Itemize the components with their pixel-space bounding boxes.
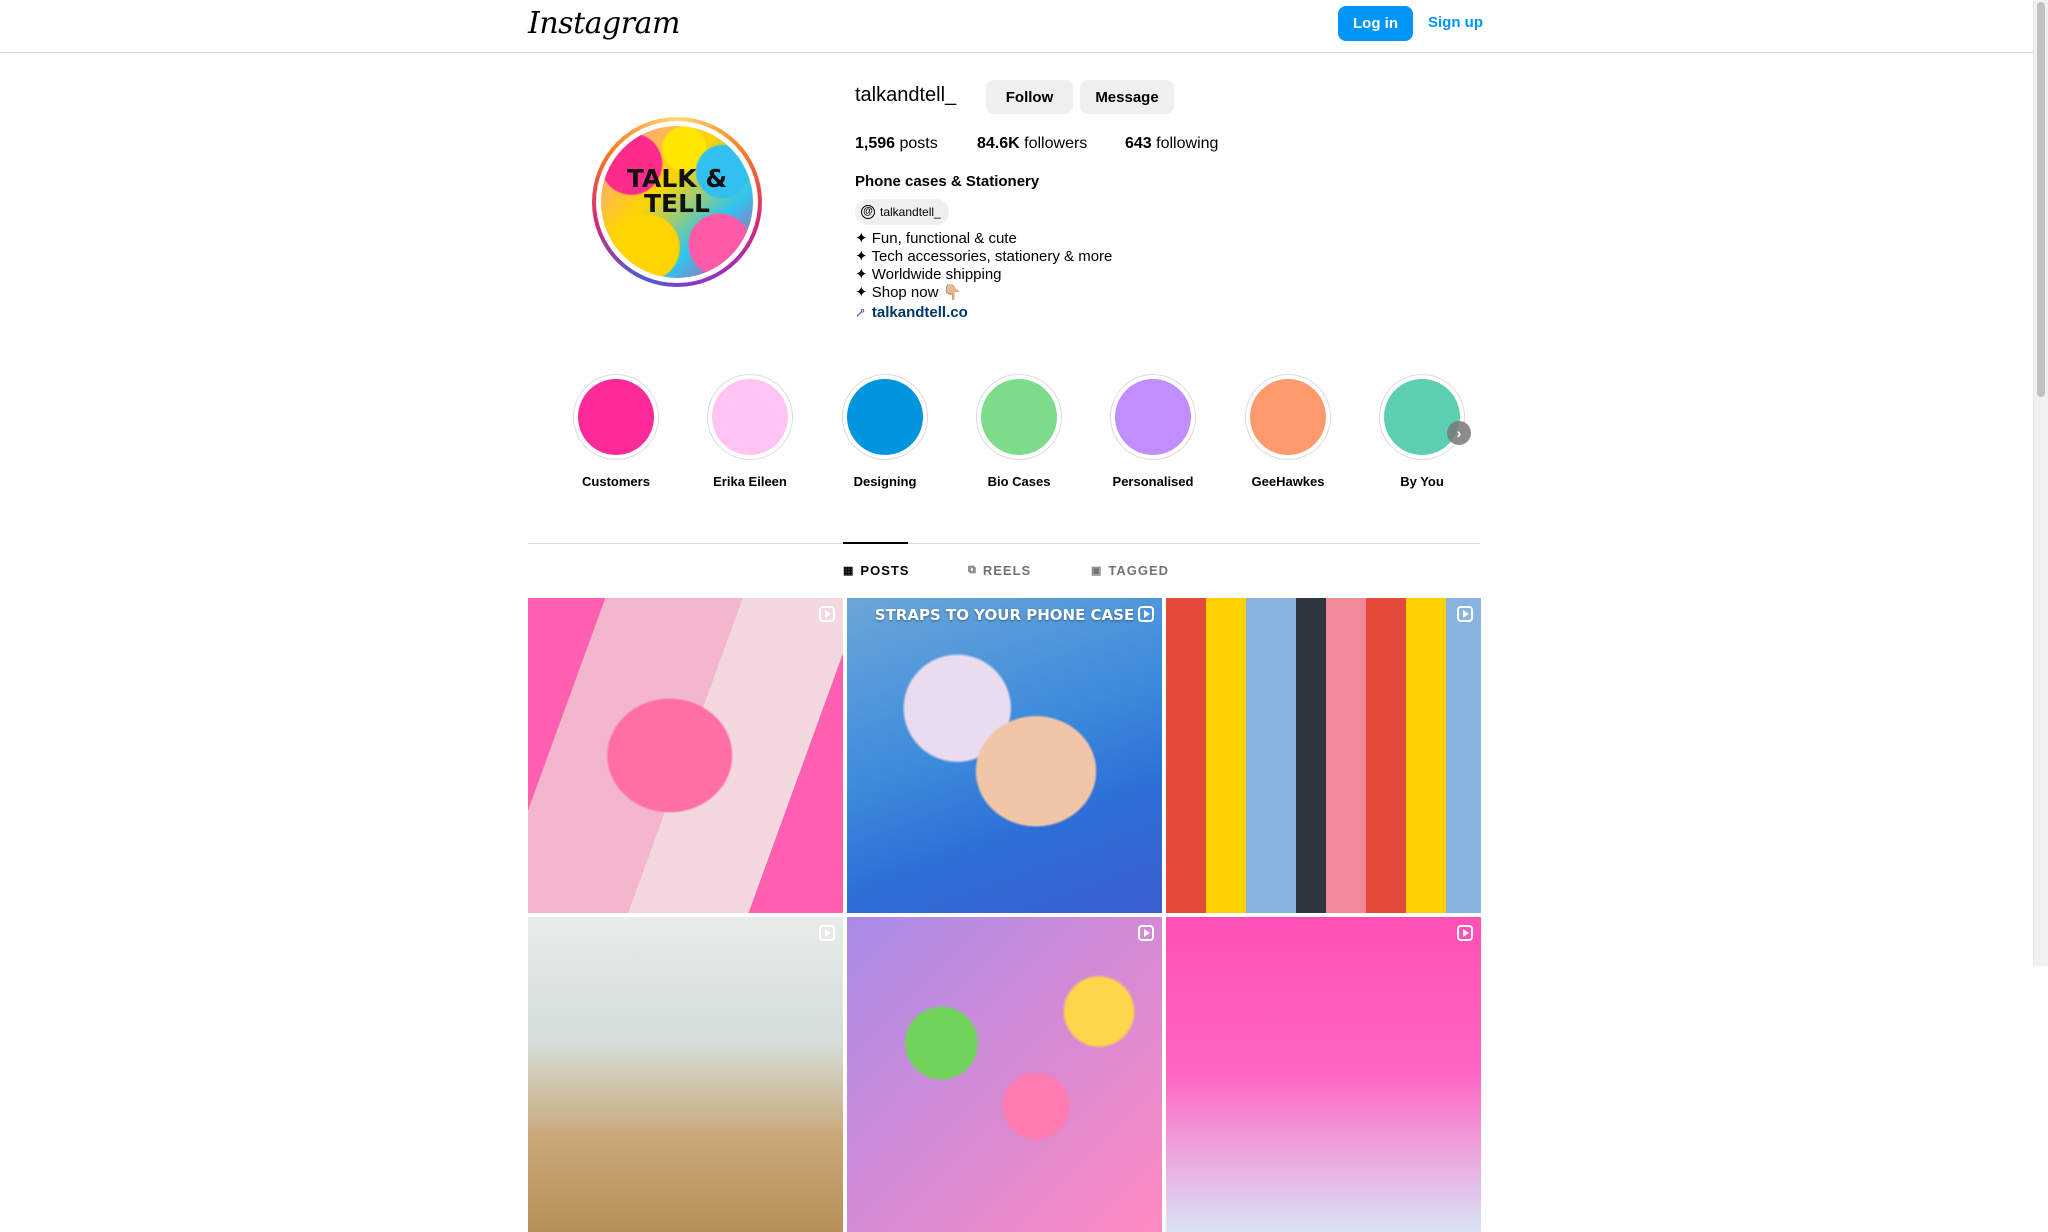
- highlight-label: Designing: [853, 474, 917, 489]
- bio-line: ✦ Worldwide shipping: [855, 266, 1002, 283]
- highlight-cover: [1115, 379, 1191, 455]
- highlight-customers[interactable]: Customers: [572, 374, 660, 489]
- highlight-ring: [1245, 374, 1331, 460]
- reel-icon: [819, 925, 835, 941]
- highlight-cover: [1384, 379, 1460, 455]
- threads-badge[interactable]: @ talkandtell_: [855, 199, 949, 225]
- carousel-icon: [1138, 925, 1154, 941]
- highlight-label: GeeHawkes: [1251, 474, 1325, 489]
- link-icon: ⊸: [850, 302, 870, 322]
- tagged-icon: ▣: [1091, 565, 1103, 577]
- highlight-designing[interactable]: Designing: [841, 374, 929, 489]
- highlight-ring: [1379, 374, 1465, 460]
- highlight-ring: [1110, 374, 1196, 460]
- avatar-logo-text: TALK & TELL: [626, 164, 728, 218]
- stat-posts-count: 1,596: [855, 135, 896, 152]
- threads-handle: talkandtell_: [880, 205, 941, 219]
- profile-full-name: Phone cases & Stationery: [855, 173, 1040, 190]
- avatar-border: TALK & TELL: [596, 121, 758, 283]
- stat-followers-count: 84.6K: [977, 135, 1020, 152]
- reels-icon: ⧉: [968, 564, 977, 576]
- stat-following[interactable]: 643 following: [1125, 135, 1218, 153]
- post-thumbnail[interactable]: [528, 598, 843, 913]
- signup-link[interactable]: Sign up: [1428, 14, 1483, 31]
- tab-reels-label: REELS: [982, 563, 1032, 578]
- profile-avatar[interactable]: TALK & TELL: [601, 126, 753, 278]
- external-link-text: talkandtell.co: [871, 304, 968, 321]
- highlight-bio-cases[interactable]: Bio Cases: [975, 374, 1063, 489]
- highlight-label: Erika Eileen: [713, 474, 787, 489]
- highlight-geehawkes[interactable]: GeeHawkes: [1244, 374, 1332, 489]
- highlight-cover: [578, 379, 654, 455]
- threads-icon: @: [861, 205, 875, 219]
- highlight-ring: [707, 374, 793, 460]
- highlight-label: By You: [1400, 474, 1444, 489]
- post-overlay-text: STRAPS TO YOUR PHONE CASE: [874, 606, 1135, 624]
- stat-posts-label: posts: [899, 135, 938, 152]
- bio-line: ✦ Fun, functional & cute: [855, 230, 1017, 247]
- post-thumbnail[interactable]: [847, 917, 1162, 1232]
- profile-avatar-ring[interactable]: TALK & TELL: [592, 117, 762, 287]
- highlight-personalised[interactable]: Personalised: [1109, 374, 1197, 489]
- reel-icon: [1138, 606, 1154, 622]
- highlight-cover: [981, 379, 1057, 455]
- highlight-label: Customers: [582, 474, 650, 489]
- post-thumbnail[interactable]: STRAPS TO YOUR PHONE CASE: [847, 598, 1162, 913]
- highlight-erika-eileen[interactable]: Erika Eileen: [706, 374, 794, 489]
- profile-username: talkandtell_: [855, 84, 957, 106]
- reel-icon: [1457, 925, 1473, 941]
- highlight-label: Personalised: [1112, 474, 1194, 489]
- bio-line: ✦ Shop now 👇🏼: [855, 284, 962, 301]
- tab-posts-label: POSTS: [860, 563, 910, 578]
- grid-icon: ▦: [843, 565, 855, 577]
- carousel-icon: [1457, 606, 1473, 622]
- highlight-ring: [976, 374, 1062, 460]
- tabs-divider: [528, 543, 1480, 544]
- post-thumbnail[interactable]: [1166, 917, 1481, 1232]
- highlight-cover: [847, 379, 923, 455]
- page-scrollbar[interactable]: [2033, 0, 2048, 966]
- stat-followers-label: followers: [1024, 135, 1088, 152]
- highlight-cover: [712, 379, 788, 455]
- stat-followers[interactable]: 84.6K followers: [977, 135, 1087, 153]
- highlight-ring: [573, 374, 659, 460]
- external-link[interactable]: ⊸ talkandtell.co: [851, 303, 968, 321]
- tab-tagged[interactable]: ▣ TAGGED: [1091, 563, 1169, 578]
- tab-reels[interactable]: ⧉ REELS: [968, 563, 1031, 578]
- message-button[interactable]: Message: [1080, 80, 1174, 114]
- top-nav: Instagram Log in Sign up: [0, 0, 2048, 53]
- login-button[interactable]: Log in: [1338, 6, 1413, 41]
- highlight-ring: [842, 374, 928, 460]
- reel-icon: [819, 606, 835, 622]
- stat-following-label: following: [1156, 135, 1219, 152]
- active-tab-indicator: [843, 542, 908, 544]
- post-thumbnail[interactable]: [528, 917, 843, 1232]
- highlights-next-arrow-icon[interactable]: ›: [1447, 421, 1471, 445]
- follow-button[interactable]: Follow: [986, 80, 1073, 114]
- stat-posts: 1,596 posts: [855, 135, 938, 153]
- instagram-logo[interactable]: Instagram: [528, 6, 680, 41]
- tab-posts[interactable]: ▦ POSTS: [843, 563, 909, 578]
- tab-tagged-label: TAGGED: [1108, 563, 1170, 578]
- scrollbar-thumb[interactable]: [2037, 2, 2045, 397]
- stat-following-count: 643: [1125, 135, 1152, 152]
- highlight-cover: [1250, 379, 1326, 455]
- highlight-label: Bio Cases: [987, 474, 1051, 489]
- post-thumbnail[interactable]: [1166, 598, 1481, 913]
- bio-line: ✦ Tech accessories, stationery & more: [855, 248, 1113, 265]
